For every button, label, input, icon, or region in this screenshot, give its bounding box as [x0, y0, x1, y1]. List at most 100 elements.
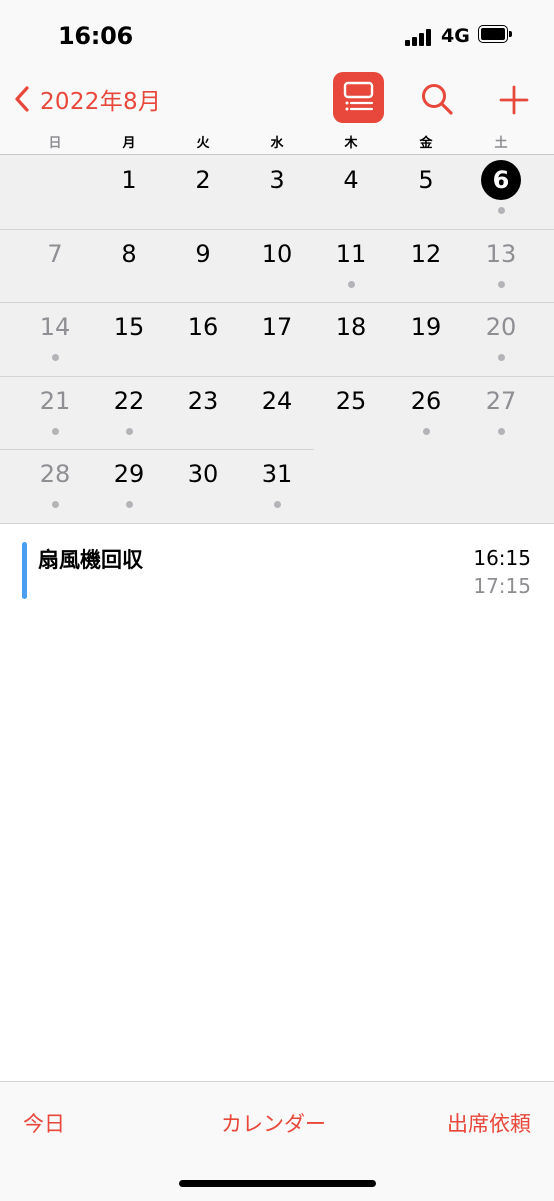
- day-number: 6: [492, 166, 510, 194]
- weekday-tue: 火: [196, 136, 210, 151]
- day-number: 8: [121, 240, 137, 268]
- day-cell-18[interactable]: 18: [314, 302, 388, 375]
- day-number: 4: [343, 166, 359, 194]
- event-indicator-dot: [126, 428, 133, 435]
- day-cell-25[interactable]: 25: [314, 376, 388, 449]
- search-icon: [422, 84, 453, 115]
- today-button[interactable]: 今日: [23, 1108, 65, 1138]
- calendar-divider: [0, 523, 554, 524]
- day-number: 28: [39, 460, 71, 488]
- day-number: 11: [335, 240, 367, 268]
- day-cell-4[interactable]: 4: [314, 155, 388, 228]
- day-cell-8[interactable]: 8: [92, 229, 166, 302]
- event-indicator-dot: [52, 428, 59, 435]
- list-view-toggle-button[interactable]: [333, 72, 384, 123]
- day-cell-23[interactable]: 23: [166, 376, 240, 449]
- day-cell-17[interactable]: 17: [240, 302, 314, 375]
- event-end-time: 17:15: [473, 574, 531, 598]
- event-indicator-dot: [348, 281, 355, 288]
- day-number: 15: [113, 313, 145, 341]
- calendars-button[interactable]: カレンダー: [221, 1108, 326, 1138]
- day-number: 17: [261, 313, 293, 341]
- list-view-icon: [343, 81, 374, 111]
- day-number: 18: [335, 313, 367, 341]
- day-cell-27[interactable]: 27: [464, 376, 538, 449]
- day-cell-14[interactable]: 14: [18, 302, 92, 375]
- day-cell-30[interactable]: 30: [166, 449, 240, 522]
- weekday-sun: 日: [48, 136, 62, 151]
- day-number: 21: [39, 387, 71, 415]
- day-cell-3[interactable]: 3: [240, 155, 314, 228]
- day-number: 29: [113, 460, 145, 488]
- day-cell-7[interactable]: 7: [18, 229, 92, 302]
- day-cell-11[interactable]: 11: [314, 229, 388, 302]
- network-type: 4G: [441, 25, 470, 47]
- weekday-fri: 金: [419, 136, 433, 151]
- event-indicator-dot: [52, 354, 59, 361]
- event-list-item[interactable]: 扇風機回収 16:15 17:15: [0, 538, 554, 602]
- day-cell-9[interactable]: 9: [166, 229, 240, 302]
- day-number: 12: [410, 240, 442, 268]
- day-cell-2[interactable]: 2: [166, 155, 240, 228]
- day-number: 23: [187, 387, 219, 415]
- add-event-button[interactable]: [498, 84, 530, 116]
- weekday-wed: 水: [270, 136, 284, 151]
- cellular-signal-icon: [405, 28, 435, 46]
- day-number: 13: [485, 240, 517, 268]
- day-number: 24: [261, 387, 293, 415]
- event-indicator-dot: [52, 501, 59, 508]
- day-cell-28[interactable]: 28: [18, 449, 92, 522]
- weekday-sat: 土: [494, 136, 508, 151]
- day-number: 10: [261, 240, 293, 268]
- event-indicator-dot: [498, 428, 505, 435]
- day-number: 1: [121, 166, 137, 194]
- day-number: 31: [261, 460, 293, 488]
- day-cell-21[interactable]: 21: [18, 376, 92, 449]
- day-number: 26: [410, 387, 442, 415]
- day-cell-20[interactable]: 20: [464, 302, 538, 375]
- day-number: 3: [269, 166, 285, 194]
- day-cell-6[interactable]: 6: [464, 155, 538, 228]
- chevron-left-icon: [15, 86, 29, 112]
- day-cell-1[interactable]: 1: [92, 155, 166, 228]
- day-number: 19: [410, 313, 442, 341]
- day-number: 16: [187, 313, 219, 341]
- day-cell-31[interactable]: 31: [240, 449, 314, 522]
- day-number: 5: [418, 166, 434, 194]
- event-indicator-dot: [498, 354, 505, 361]
- day-cell-26[interactable]: 26: [389, 376, 463, 449]
- month-label: 2022年8月: [40, 89, 162, 115]
- day-cell-5[interactable]: 5: [389, 155, 463, 228]
- day-cell-16[interactable]: 16: [166, 302, 240, 375]
- day-number: 27: [485, 387, 517, 415]
- day-cell-15[interactable]: 15: [92, 302, 166, 375]
- day-cell-22[interactable]: 22: [92, 376, 166, 449]
- event-indicator-dot: [423, 428, 430, 435]
- event-start-time: 16:15: [473, 546, 531, 570]
- inbox-button[interactable]: 出席依頼: [447, 1108, 531, 1138]
- day-cell-29[interactable]: 29: [92, 449, 166, 522]
- day-number: 30: [187, 460, 219, 488]
- day-cell-24[interactable]: 24: [240, 376, 314, 449]
- day-number: 9: [195, 240, 211, 268]
- day-number: 22: [113, 387, 145, 415]
- day-cell-10[interactable]: 10: [240, 229, 314, 302]
- status-time: 16:06: [58, 22, 133, 50]
- day-number: 14: [39, 313, 71, 341]
- day-cell-12[interactable]: 12: [389, 229, 463, 302]
- home-indicator: [179, 1180, 376, 1187]
- weekday-header: 日 月 火 水 木 金 土: [18, 132, 538, 152]
- day-cell-empty: [18, 155, 92, 228]
- day-cell-19[interactable]: 19: [389, 302, 463, 375]
- back-to-month-button[interactable]: 2022年8月: [12, 80, 161, 118]
- weekday-mon: 月: [122, 136, 136, 151]
- event-indicator-dot: [498, 281, 505, 288]
- event-calendar-color-bar: [22, 542, 27, 599]
- event-indicator-dot: [126, 501, 133, 508]
- event-title: 扇風機回収: [38, 548, 143, 572]
- battery-icon: [478, 25, 512, 45]
- search-button[interactable]: [420, 82, 454, 116]
- day-number: 20: [485, 313, 517, 341]
- day-cell-13[interactable]: 13: [464, 229, 538, 302]
- weekday-thu: 木: [344, 136, 358, 151]
